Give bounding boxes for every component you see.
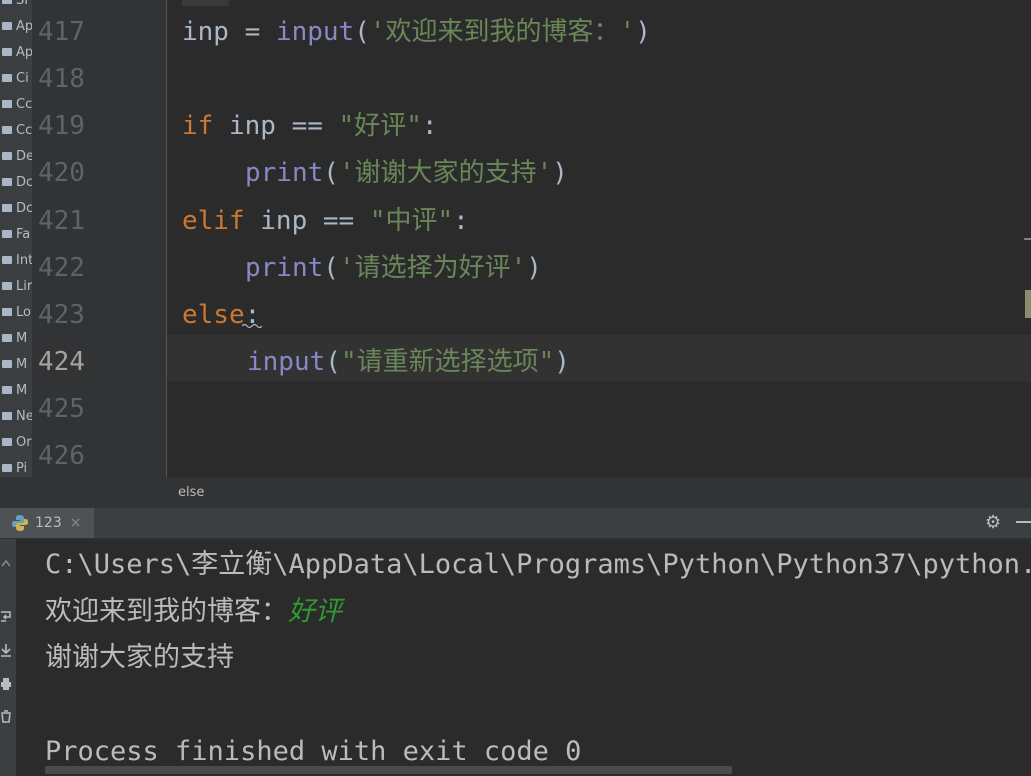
warning-squiggle	[242, 323, 262, 329]
code-line-422[interactable]: print('请选择为好评')	[245, 253, 542, 283]
folder-icon	[2, 282, 12, 290]
folder-icon	[2, 438, 12, 446]
folder-icon	[2, 22, 12, 30]
project-item[interactable]: Dc	[0, 169, 32, 195]
project-item[interactable]: Or	[0, 429, 32, 455]
code-line-419[interactable]: if inp == "好评":	[182, 111, 438, 141]
file-icon	[2, 126, 12, 134]
close-icon[interactable]: ×	[70, 515, 82, 531]
console-line: 欢迎来到我的博客：好评	[45, 596, 342, 627]
code-line-424[interactable]: input("请重新选择选项")	[247, 347, 570, 377]
folder-icon	[2, 360, 12, 368]
line-number: 417	[38, 17, 85, 47]
run-tab[interactable]: 123 ×	[0, 508, 94, 538]
gutter-divider	[166, 0, 167, 477]
folder-icon	[2, 464, 12, 472]
folder-icon	[2, 152, 12, 160]
folder-icon	[2, 178, 12, 186]
project-item[interactable]: M	[0, 351, 32, 377]
folder-icon	[2, 334, 12, 342]
run-panel-header: 123 × ⚙	[0, 508, 1031, 539]
folder-icon	[2, 256, 12, 264]
project-item[interactable]: De	[0, 143, 32, 169]
console-line: Process finished with exit code 0	[45, 736, 582, 767]
project-item[interactable]: Ap	[0, 39, 32, 65]
console-line: C:\Users\李立衡\AppData\Local\Programs\Pyth…	[45, 549, 1031, 580]
folder-icon	[2, 0, 12, 4]
code-editor[interactable]	[167, 0, 1031, 477]
user-input-text: 好评	[288, 596, 342, 627]
folder-icon	[2, 74, 12, 82]
project-item[interactable]: Ne	[0, 403, 32, 429]
line-number: 423	[38, 300, 85, 330]
line-number: 425	[38, 394, 85, 424]
line-number: 420	[38, 158, 85, 188]
fold-marker	[182, 0, 229, 6]
line-number: 426	[38, 441, 85, 471]
horizontal-scrollbar[interactable]	[45, 766, 732, 774]
project-item[interactable]: M	[0, 325, 32, 351]
breadcrumb-item[interactable]: else	[178, 485, 204, 500]
file-icon	[2, 386, 12, 394]
line-number: 419	[38, 111, 85, 141]
project-item[interactable]: Int	[0, 247, 32, 273]
file-icon	[2, 412, 12, 420]
minimize-icon[interactable]	[1016, 521, 1031, 523]
project-item[interactable]: Cc	[0, 91, 32, 117]
error-stripe-mark[interactable]	[1024, 238, 1031, 240]
line-number: 422	[38, 253, 85, 283]
scroll-up-icon[interactable]	[0, 557, 12, 571]
project-sidebar: SI Ap Ap Ci Cc Cc De Dc Dc Fa Int Lir Lo…	[0, 0, 32, 508]
code-line-420[interactable]: print('谢谢大家的支持')	[245, 158, 568, 188]
project-item[interactable]: Dc	[0, 195, 32, 221]
code-line-417[interactable]: inp = input('欢迎来到我的博客：')	[182, 17, 651, 47]
clear-icon[interactable]	[0, 709, 12, 723]
run-tab-label: 123	[35, 515, 62, 531]
error-stripe-mark[interactable]	[1025, 290, 1031, 318]
file-icon	[2, 48, 12, 56]
console-line: 谢谢大家的支持	[45, 642, 234, 673]
line-number-active: 424	[38, 347, 85, 377]
soft-wrap-icon[interactable]	[0, 609, 12, 623]
console-toolbar	[0, 539, 16, 776]
project-item[interactable]: Lir	[0, 273, 32, 299]
project-item[interactable]: Ap	[0, 13, 32, 39]
folder-icon	[2, 100, 12, 108]
folder-icon	[2, 204, 12, 212]
project-item[interactable]: SI	[0, 0, 32, 13]
project-item[interactable]: Fa	[0, 221, 32, 247]
file-icon	[2, 308, 12, 316]
line-number: 421	[38, 206, 85, 236]
print-icon[interactable]	[0, 677, 12, 691]
folder-icon	[2, 230, 12, 238]
project-item[interactable]: Cc	[0, 117, 32, 143]
breadcrumb: else	[0, 477, 1031, 509]
project-item[interactable]: M	[0, 377, 32, 403]
line-number: 418	[38, 64, 85, 94]
gear-icon[interactable]: ⚙	[985, 514, 1003, 532]
code-line-421[interactable]: elif inp == "中评":	[182, 206, 469, 236]
scroll-to-end-icon[interactable]	[0, 643, 12, 657]
python-icon	[12, 515, 28, 531]
project-item[interactable]: Ci	[0, 65, 32, 91]
project-item[interactable]: Lo	[0, 299, 32, 325]
